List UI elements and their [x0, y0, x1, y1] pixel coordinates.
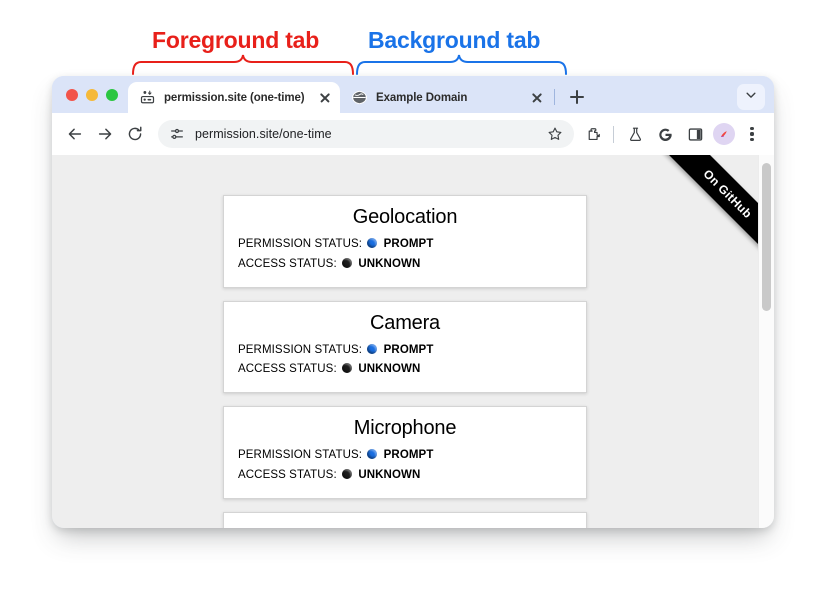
scrollbar-thumb[interactable]: [762, 163, 771, 311]
access-status-line: ACCESS STATUS: UNKNOWN: [238, 360, 572, 380]
extensions-button[interactable]: [580, 120, 608, 148]
background-tab-annotation-label: Background tab: [368, 27, 541, 53]
access-status-label: ACCESS STATUS:: [238, 257, 337, 270]
access-status-dot: [342, 468, 353, 479]
card-title: Microphone: [353, 417, 457, 440]
permission-status-dot: [367, 343, 378, 354]
permission-card-list: Geolocation PERMISSION STATUS: PROMPT AC…: [52, 155, 758, 528]
close-icon[interactable]: [317, 90, 333, 106]
access-status-value: UNKNOWN: [358, 257, 421, 270]
arrow-right-icon: [98, 128, 112, 140]
experiments-button[interactable]: [621, 120, 649, 148]
browser-menu-button[interactable]: [740, 120, 764, 148]
back-button[interactable]: [60, 119, 90, 149]
tab-title: permission.site (one-time): [164, 91, 305, 104]
side-panel-button[interactable]: [681, 120, 709, 148]
permission-status-value: PROMPT: [383, 449, 434, 462]
minimize-window-button[interactable]: [86, 88, 98, 101]
address-bar[interactable]: permission.site/one-time: [158, 120, 574, 148]
permission-status-line: PERMISSION STATUS: PROMPT: [238, 446, 572, 466]
permission-status-dot: [367, 449, 378, 460]
permission-card-microphone[interactable]: Microphone PERMISSION STATUS: PROMPT ACC…: [223, 406, 587, 499]
forward-button[interactable]: [90, 119, 120, 149]
window-traffic-lights: [61, 76, 128, 113]
chevron-down-icon: [744, 88, 758, 107]
permission-status-value: PROMPT: [383, 343, 434, 356]
tab-divider: [554, 89, 555, 105]
access-status-line: ACCESS STATUS: UNKNOWN: [238, 255, 572, 275]
permission-status-line: PERMISSION STATUS: PROMPT: [238, 235, 572, 255]
menu-dot: [750, 126, 754, 130]
permission-status-value: PROMPT: [383, 238, 434, 250]
menu-dot: [750, 138, 754, 142]
profile-avatar[interactable]: [713, 123, 735, 145]
tab-example-domain[interactable]: Example Domain: [340, 82, 552, 113]
menu-dot: [750, 132, 754, 136]
access-status-label: ACCESS STATUS:: [238, 363, 337, 376]
reload-icon: [128, 126, 142, 141]
permission-status-line: PERMISSION STATUS: PROMPT: [238, 341, 572, 361]
access-status-dot: [342, 363, 353, 374]
tab-permission-site[interactable]: permission.site (one-time): [128, 82, 340, 113]
address-bar-url[interactable]: permission.site/one-time: [195, 127, 542, 141]
background-brace: [356, 54, 567, 75]
browser-window: permission.site (one-time) Example Domai…: [52, 76, 774, 528]
permission-card-partial[interactable]: PERMISSION STATUS: ACCESS STATUS:: [223, 511, 587, 528]
side-panel-icon: [688, 127, 702, 141]
arrow-left-icon: [68, 128, 82, 140]
close-icon[interactable]: [529, 90, 545, 106]
globe-icon: [351, 90, 367, 106]
tab-strip: permission.site (one-time) Example Domai…: [52, 76, 774, 113]
browser-toolbar: permission.site/one-time: [52, 113, 774, 155]
permission-status-label: PERMISSION STATUS:: [238, 449, 363, 462]
access-status-value: UNKNOWN: [358, 363, 421, 376]
page-viewport: On GitHub Geolocation PERMISSION STATUS:…: [52, 155, 774, 528]
permission-status-label: PERMISSION STATUS:: [238, 238, 363, 250]
flask-icon: [629, 127, 641, 141]
toolbar-separator: [613, 125, 614, 143]
card-title: Camera: [370, 311, 440, 334]
page-scrollbar[interactable]: [758, 155, 774, 528]
google-button[interactable]: [651, 120, 679, 148]
card-title: Geolocation: [352, 206, 458, 228]
maximize-window-button[interactable]: [106, 88, 118, 101]
tab-title: Example Domain: [376, 91, 468, 104]
bookmark-star-icon[interactable]: [542, 121, 568, 147]
access-status-line: ACCESS STATUS: UNKNOWN: [238, 466, 572, 486]
foreground-brace: [132, 54, 354, 75]
foreground-tab-annotation-label: Foreground tab: [152, 27, 320, 53]
close-window-button[interactable]: [66, 88, 78, 101]
permission-card-camera[interactable]: Camera PERMISSION STATUS: PROMPT ACCESS …: [223, 300, 587, 394]
permission-card-geolocation[interactable]: Geolocation PERMISSION STATUS: PROMPT AC…: [223, 195, 587, 288]
tune-icon[interactable]: [168, 125, 186, 143]
permission-status-dot: [367, 238, 378, 248]
google-icon: [658, 128, 672, 141]
access-status-value: UNKNOWN: [358, 468, 421, 481]
access-status-label: ACCESS STATUS:: [238, 468, 337, 481]
tab-search-button[interactable]: [737, 84, 765, 110]
page-content: Geolocation PERMISSION STATUS: PROMPT AC…: [52, 155, 758, 528]
reload-button[interactable]: [120, 119, 150, 149]
extensions-icon: [588, 127, 600, 140]
permission-status-label: PERMISSION STATUS:: [238, 343, 363, 356]
permission-site-favicon-icon: [139, 90, 155, 106]
avatar-icon: [720, 130, 727, 137]
access-status-dot: [342, 257, 353, 268]
new-tab-button[interactable]: [564, 84, 590, 110]
